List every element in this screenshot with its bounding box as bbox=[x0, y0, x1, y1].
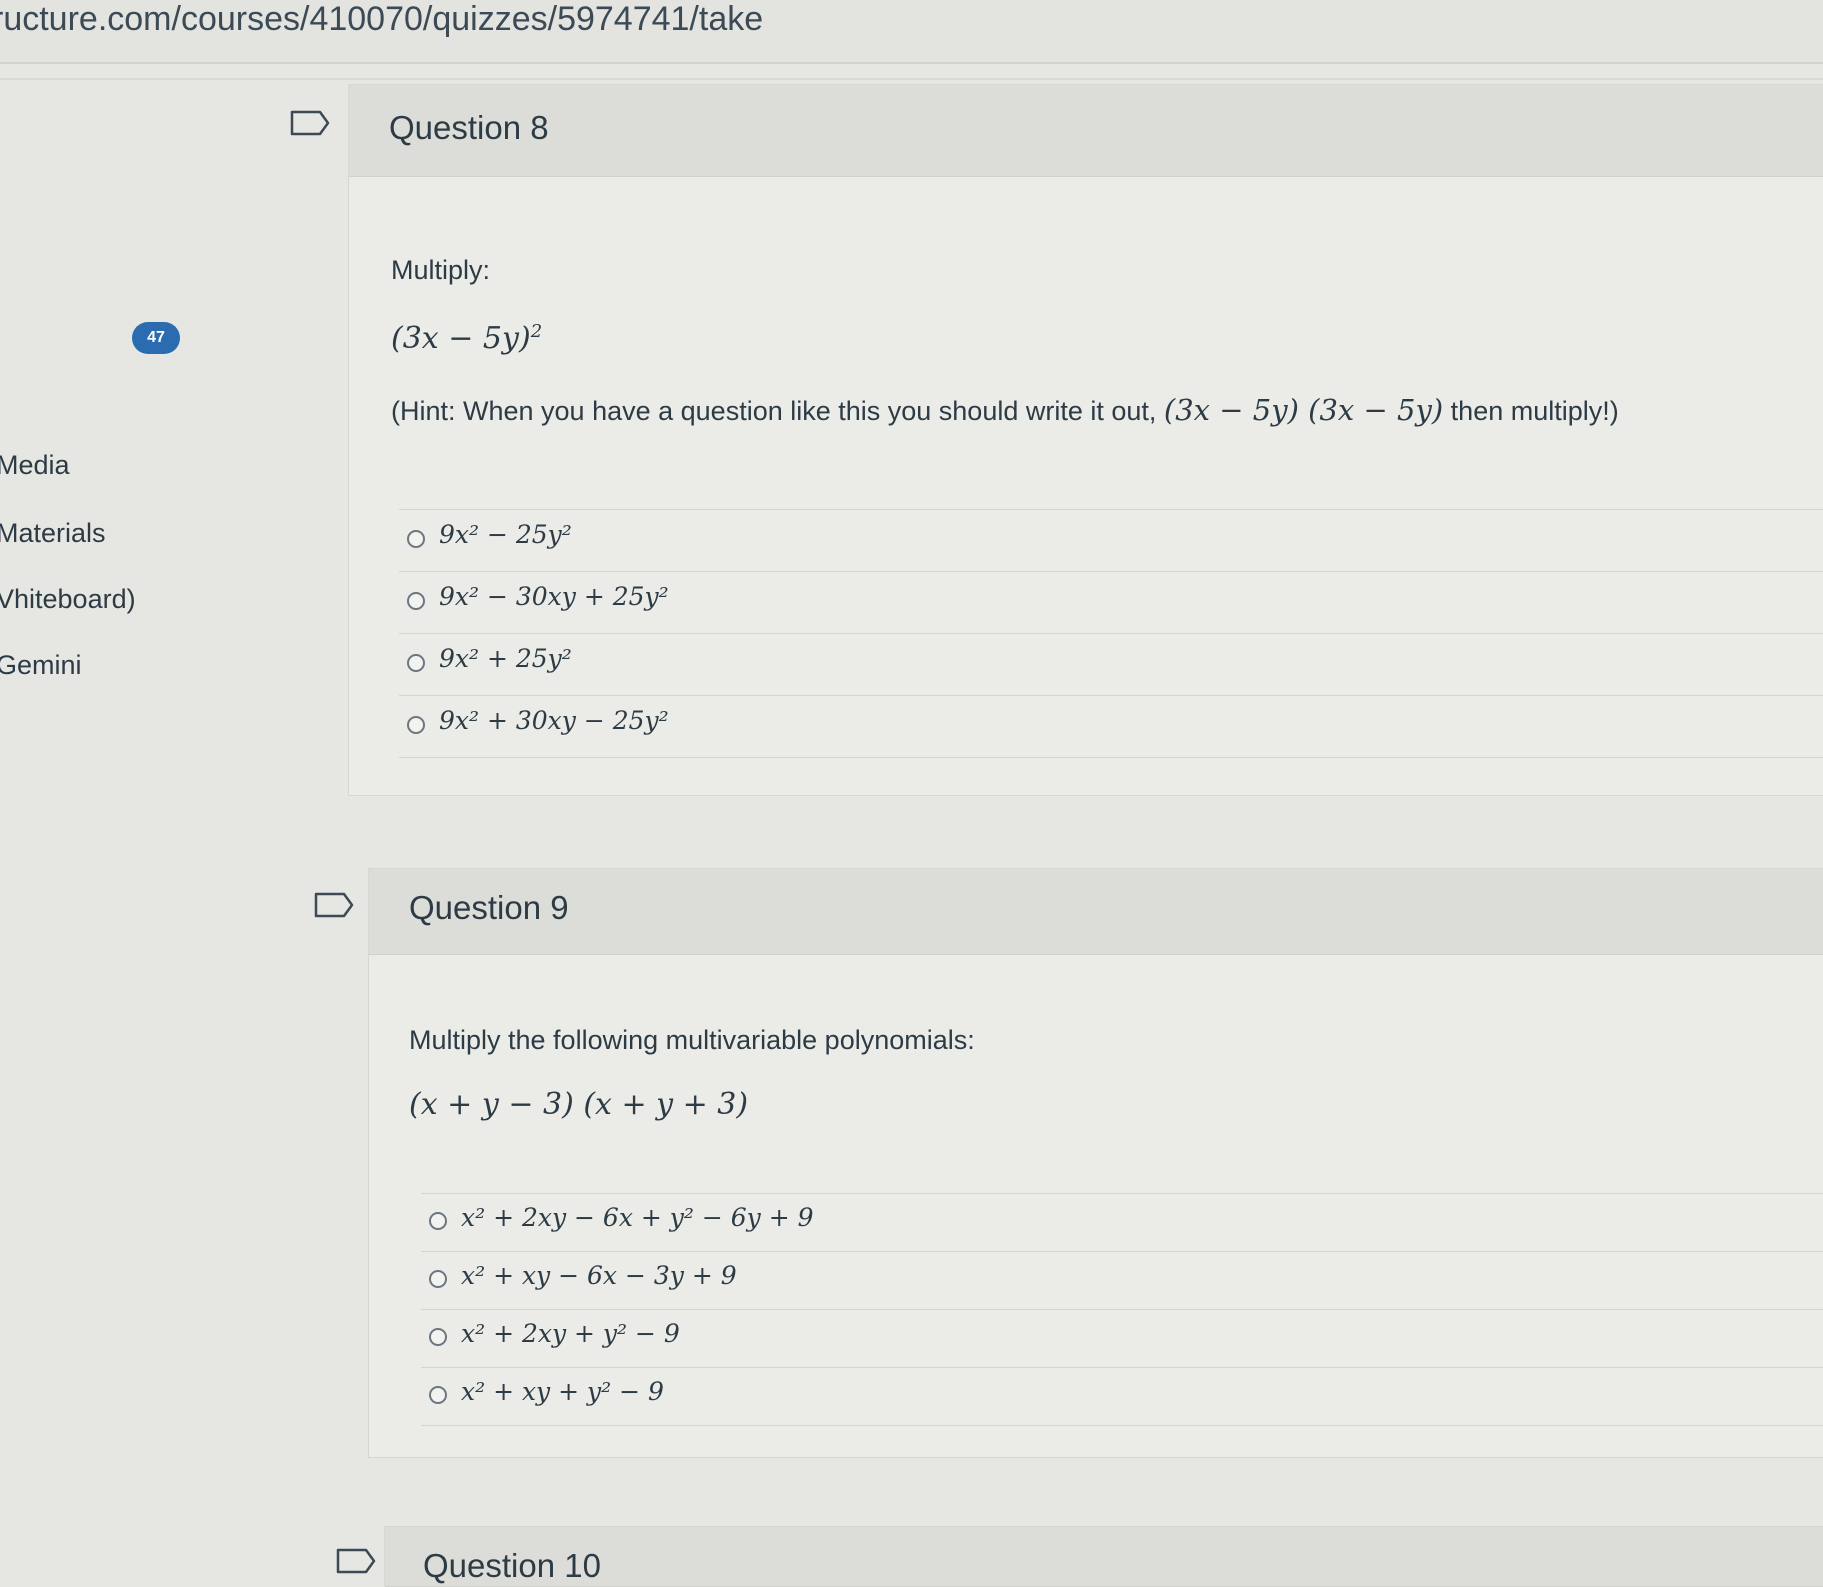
question-title: Question 10 bbox=[423, 1547, 601, 1584]
hint-suffix: then multiply!) bbox=[1450, 396, 1619, 426]
answer-list: x² + 2xy − 6x + y² − 6y + 9 x² + xy − 6x… bbox=[421, 1193, 1823, 1426]
answer-option[interactable]: x² + xy + y² − 9 bbox=[421, 1368, 1823, 1426]
radio-button[interactable] bbox=[429, 1270, 447, 1288]
url-text: ructure.com/courses/410070/quizzes/59747… bbox=[0, 0, 764, 38]
question-card-10: Question 10 bbox=[384, 1526, 1823, 1587]
sidebar-item-materials[interactable]: Materials bbox=[0, 518, 106, 549]
answer-option[interactable]: 9x² + 25y² bbox=[399, 634, 1823, 696]
question-card-9: Question 9 Multiply the following multiv… bbox=[368, 868, 1823, 1458]
question-title: Question 9 bbox=[409, 889, 569, 926]
hint-prefix: (Hint: When you have a question like thi… bbox=[391, 396, 1157, 426]
header-divider bbox=[0, 78, 1823, 80]
problem-expression: (3x − 5y)2 bbox=[391, 321, 543, 356]
question-header: Question 10 bbox=[385, 1527, 1823, 1587]
question-prompt: Multiply: bbox=[391, 255, 491, 285]
problem-expression: (x + y − 3) (x + y + 3) bbox=[409, 1087, 749, 1122]
radio-button[interactable] bbox=[407, 654, 425, 672]
answer-label: x² + 2xy − 6x + y² − 6y + 9 bbox=[461, 1203, 814, 1232]
answer-option[interactable]: 9x² − 30xy + 25y² bbox=[399, 572, 1823, 634]
sidebar-item-gemini[interactable]: Gemini bbox=[0, 650, 82, 681]
question-header: Question 8 bbox=[349, 85, 1823, 177]
sidebar-item-media[interactable]: Media bbox=[0, 450, 70, 481]
question-title: Question 8 bbox=[389, 109, 549, 146]
answer-label: x² + xy − 6x − 3y + 9 bbox=[461, 1261, 737, 1290]
answer-option[interactable]: x² + 2xy + y² − 9 bbox=[421, 1310, 1823, 1368]
answer-label: 9x² + 25y² bbox=[439, 644, 572, 673]
flag-question-icon[interactable] bbox=[290, 110, 330, 136]
radio-button[interactable] bbox=[429, 1212, 447, 1230]
answer-option[interactable]: x² + 2xy − 6x + y² − 6y + 9 bbox=[421, 1194, 1823, 1252]
question-prompt: Multiply the following multivariable pol… bbox=[409, 1025, 975, 1055]
answer-option[interactable]: 9x² + 30xy − 25y² bbox=[399, 696, 1823, 758]
radio-button[interactable] bbox=[407, 716, 425, 734]
browser-url-bar[interactable]: ructure.com/courses/410070/quizzes/59747… bbox=[0, 0, 1823, 64]
flag-question-icon[interactable] bbox=[336, 1548, 376, 1574]
radio-button[interactable] bbox=[429, 1328, 447, 1346]
answer-label: 9x² + 30xy − 25y² bbox=[439, 706, 669, 735]
answer-label: 9x² − 30xy + 25y² bbox=[439, 582, 669, 611]
answer-label: x² + 2xy + y² − 9 bbox=[461, 1319, 680, 1348]
answer-label: 9x² − 25y² bbox=[439, 520, 572, 549]
hint-math: (3x − 5y) (3x − 5y) bbox=[1163, 393, 1444, 427]
answer-label: x² + xy + y² − 9 bbox=[461, 1377, 664, 1406]
answer-option[interactable]: 9x² − 25y² bbox=[399, 510, 1823, 572]
notification-badge[interactable]: 47 bbox=[132, 322, 180, 354]
flag-question-icon[interactable] bbox=[314, 892, 354, 918]
question-card-8: Question 8 Multiply: (3x − 5y)2 (Hint: W… bbox=[348, 84, 1823, 796]
question-header: Question 9 bbox=[369, 869, 1823, 955]
question-hint: (Hint: When you have a question like thi… bbox=[391, 393, 1619, 427]
radio-button[interactable] bbox=[429, 1386, 447, 1404]
radio-button[interactable] bbox=[407, 592, 425, 610]
answer-list: 9x² − 25y² 9x² − 30xy + 25y² 9x² + 25y² … bbox=[399, 509, 1823, 758]
answer-option[interactable]: x² + xy − 6x − 3y + 9 bbox=[421, 1252, 1823, 1310]
sidebar-item-whiteboard[interactable]: Vhiteboard) bbox=[0, 584, 136, 615]
radio-button[interactable] bbox=[407, 530, 425, 548]
